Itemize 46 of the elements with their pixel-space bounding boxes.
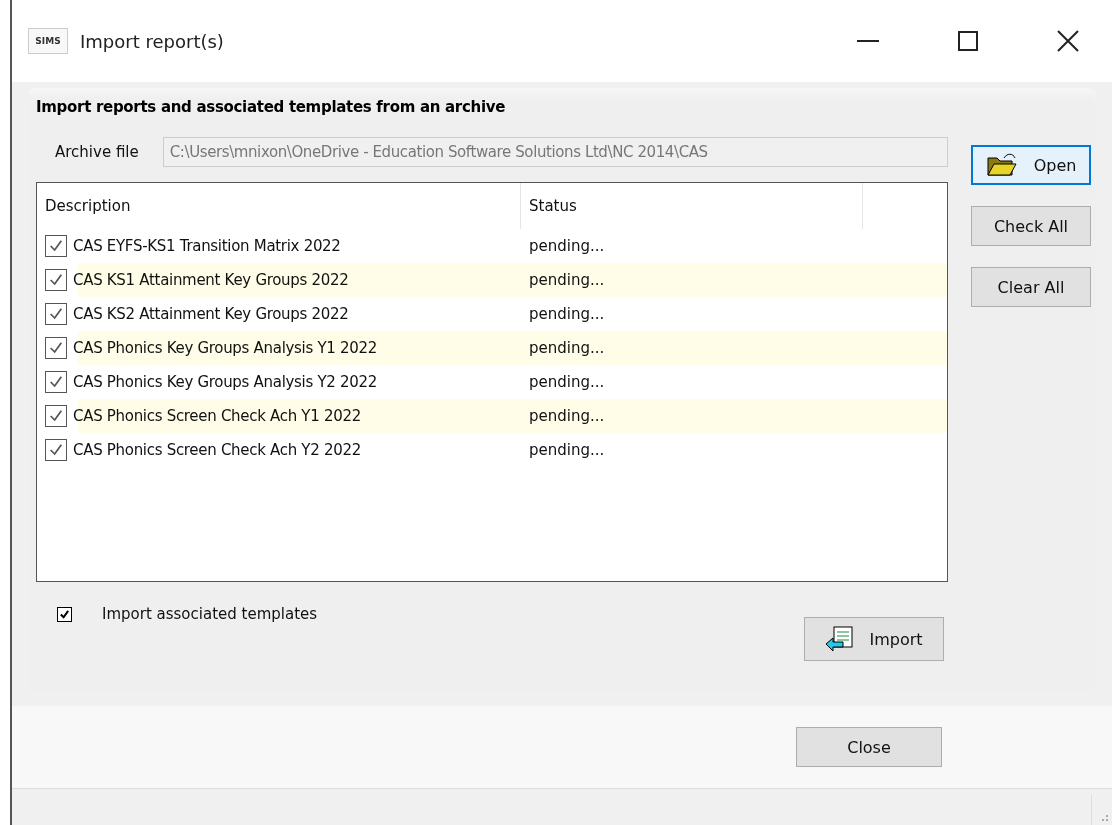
report-description: CAS Phonics Screen Check Ach Y1 2022	[73, 407, 361, 425]
report-status: pending...	[528, 305, 606, 323]
checkmark-icon	[48, 340, 64, 356]
folder-icon	[985, 152, 1020, 178]
row-checkbox[interactable]	[45, 269, 67, 291]
maximize-icon	[958, 31, 978, 51]
report-description: CAS KS2 Attainment Key Groups 2022	[73, 305, 349, 323]
report-status: pending...	[528, 373, 606, 391]
clear-all-button[interactable]: Clear All	[971, 267, 1091, 307]
close-button[interactable]: Close	[796, 727, 942, 767]
close-icon	[1057, 30, 1079, 52]
report-description: CAS EYFS-KS1 Transition Matrix 2022	[73, 237, 341, 255]
checkmark-icon	[59, 608, 70, 620]
report-status: pending...	[528, 441, 606, 459]
templates-checkbox[interactable]	[57, 606, 72, 622]
report-description: CAS KS1 Attainment Key Groups 2022	[73, 271, 349, 289]
report-status: pending...	[528, 271, 606, 289]
app-icon: SIMS	[28, 28, 68, 54]
row-checkbox[interactable]	[45, 337, 67, 359]
checkmark-icon	[48, 408, 64, 424]
templates-label: Import associated templates	[102, 605, 318, 623]
report-status: pending...	[528, 407, 606, 425]
checkmark-icon	[48, 306, 64, 322]
import-button[interactable]: Import	[804, 617, 944, 661]
row-checkbox[interactable]	[45, 371, 67, 393]
checkmark-icon	[48, 272, 64, 288]
window-title: Import report(s)	[80, 30, 225, 52]
panel-heading: Import reports and associated templates from an archive	[36, 98, 507, 116]
minimize-icon	[857, 40, 879, 42]
row-checkbox[interactable]	[45, 235, 67, 257]
import-icon	[825, 626, 856, 652]
archive-file-label: Archive file	[55, 143, 139, 161]
report-status: pending...	[528, 237, 606, 255]
row-checkbox[interactable]	[45, 405, 67, 427]
row-checkbox[interactable]	[45, 439, 67, 461]
open-button[interactable]: Open	[971, 145, 1091, 185]
report-description: CAS Phonics Key Groups Analysis Y1 2022	[73, 339, 377, 357]
report-status: pending...	[528, 339, 606, 357]
checkmark-icon	[48, 374, 64, 390]
archive-file-field[interactable]: C:\Users\mnixon\OneDrive - Education Software Solutions Ltd\NC 2014\CAS	[162, 137, 948, 167]
checkmark-icon	[48, 238, 64, 254]
row-checkbox[interactable]	[45, 303, 67, 325]
report-description: CAS Phonics Screen Check Ach Y2 2022	[73, 441, 361, 459]
check-all-button[interactable]: Check All	[971, 206, 1091, 246]
checkmark-icon	[48, 442, 64, 458]
report-description: CAS Phonics Key Groups Analysis Y2 2022	[73, 373, 377, 391]
